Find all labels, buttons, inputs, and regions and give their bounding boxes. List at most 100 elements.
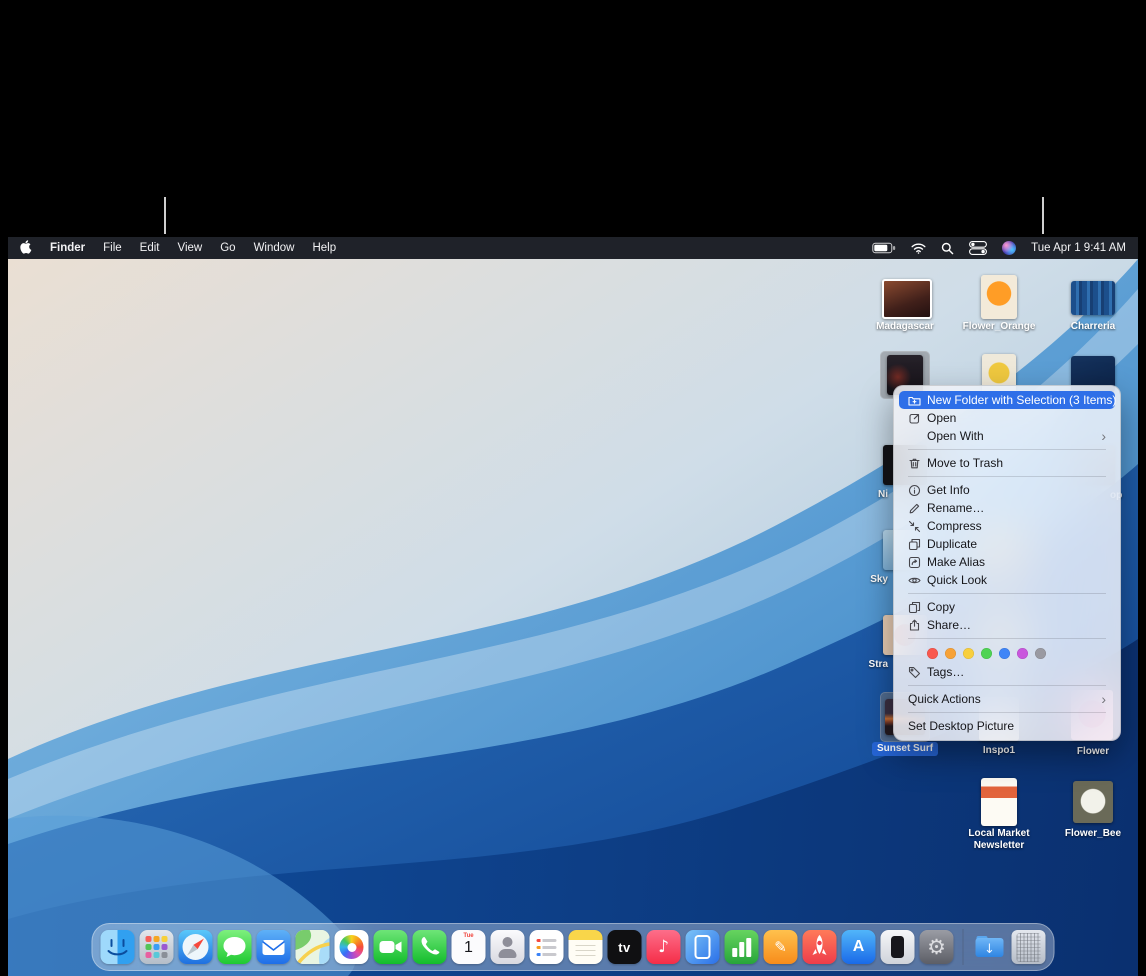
menu-item-label: Duplicate [927, 537, 977, 551]
desktop-icon-flower-bee[interactable] [1073, 781, 1113, 823]
menu-separator [908, 593, 1106, 594]
menu-item-duplicate[interactable]: Duplicate [899, 535, 1115, 553]
dock-notes-icon[interactable] [569, 930, 603, 964]
menu-item-label: Copy [927, 600, 955, 614]
menu-view[interactable]: View [178, 237, 203, 259]
dock-iphone-app-icon[interactable] [881, 930, 915, 964]
apple-logo-icon [20, 240, 32, 257]
menu-item-label: Make Alias [927, 555, 985, 569]
callout-line-left [164, 197, 166, 234]
dock-trash-icon[interactable] [1012, 930, 1046, 964]
dock-iphone-mirroring-icon[interactable] [686, 930, 720, 964]
dock-app-store-icon[interactable]: A [842, 930, 876, 964]
menu-item-open[interactable]: Open [899, 409, 1115, 427]
menu-separator [908, 685, 1106, 686]
dock-calendar-icon[interactable]: Tue 1 [452, 930, 486, 964]
menu-item-label: Tags… [927, 665, 964, 679]
tag-dot-blue[interactable] [999, 648, 1010, 659]
rename-pencil-icon [908, 502, 921, 515]
menu-help[interactable]: Help [312, 237, 336, 259]
dock-separator [963, 929, 964, 965]
menu-item-quick-actions[interactable]: Quick Actions › [899, 690, 1115, 708]
dock-finder-icon[interactable] [101, 930, 135, 964]
dock-safari-icon[interactable] [179, 930, 213, 964]
dock-downloads-folder-icon[interactable]: ↓ [973, 930, 1007, 964]
menu-item-label: Compress [927, 519, 982, 533]
dock-messages-icon[interactable] [218, 930, 252, 964]
tag-dot-gray[interactable] [1035, 648, 1046, 659]
menu-item-compress[interactable]: Compress [899, 517, 1115, 535]
desktop-icon-flower-orange[interactable] [981, 275, 1017, 319]
menu-bar: Finder File Edit View Go Window Help Tue… [8, 237, 1138, 259]
music-note-icon: ♪ [647, 930, 681, 964]
tv-logo-text: tv [608, 930, 642, 964]
make-alias-icon [908, 556, 921, 569]
menu-item-copy[interactable]: Copy [899, 598, 1115, 616]
dock-music-icon[interactable]: ♪ [647, 930, 681, 964]
menu-edit[interactable]: Edit [140, 237, 160, 259]
duplicate-icon [908, 538, 921, 551]
tag-colors-row [899, 643, 1115, 663]
menu-item-get-info[interactable]: Get Info [899, 481, 1115, 499]
spotlight-search-icon[interactable] [941, 242, 954, 255]
menu-item-share[interactable]: Share… [899, 616, 1115, 634]
info-icon [908, 484, 921, 497]
open-with-icon-spacer [908, 430, 921, 443]
desktop[interactable]: Madagascar Flower_Orange Charreria Ni op… [8, 259, 1138, 976]
menu-file[interactable]: File [103, 237, 122, 259]
dock-maps-icon[interactable] [296, 930, 330, 964]
dock-numbers-icon[interactable] [725, 930, 759, 964]
dock-phone-icon[interactable] [413, 930, 447, 964]
dock-launchpad-icon[interactable] [140, 930, 174, 964]
dock-pages-icon[interactable]: ✎ [764, 930, 798, 964]
new-folder-icon [908, 394, 921, 407]
menu-item-quick-look[interactable]: Quick Look [899, 571, 1115, 589]
menu-window[interactable]: Window [254, 237, 295, 259]
desktop-icon-local-market-newsletter[interactable] [981, 778, 1017, 826]
desktop-icon-charreria[interactable] [1071, 281, 1115, 315]
flower-label: Flower [1051, 745, 1135, 759]
dock-system-settings-icon[interactable]: ⚙ [920, 930, 954, 964]
wifi-icon[interactable] [911, 243, 926, 254]
menu-item-tags[interactable]: Tags… [899, 663, 1115, 681]
sunset-surf-label: Sunset Surf [859, 742, 951, 756]
tag-dot-orange[interactable] [945, 648, 956, 659]
dock-rocket-app-icon[interactable] [803, 930, 837, 964]
menu-item-label: Quick Look [927, 573, 987, 587]
menu-go[interactable]: Go [220, 237, 235, 259]
dock: Tue 1 tv ♪ ✎ A ⚙ [92, 923, 1055, 971]
dock-facetime-icon[interactable] [374, 930, 408, 964]
dock-reminders-icon[interactable] [530, 930, 564, 964]
mac-screen: Finder File Edit View Go Window Help Tue… [8, 237, 1138, 976]
partial-label-sky: Sky [849, 573, 893, 587]
dock-contacts-icon[interactable] [491, 930, 525, 964]
menu-separator [908, 449, 1106, 450]
menu-item-open-with[interactable]: Open With › [899, 427, 1115, 445]
menu-item-rename[interactable]: Rename… [899, 499, 1115, 517]
app-store-letter: A [842, 930, 876, 964]
dock-mail-icon[interactable] [257, 930, 291, 964]
tag-dot-purple[interactable] [1017, 648, 1028, 659]
tag-icon [908, 666, 921, 679]
submenu-chevron-icon: › [1101, 429, 1106, 443]
menu-item-make-alias[interactable]: Make Alias [899, 553, 1115, 571]
menu-finder[interactable]: Finder [50, 237, 85, 259]
menu-item-move-to-trash[interactable]: Move to Trash [899, 454, 1115, 472]
tag-dot-yellow[interactable] [963, 648, 974, 659]
menu-bar-clock[interactable]: Tue Apr 1 9:41 AM [1031, 242, 1126, 254]
menu-item-new-folder-with-selection[interactable]: New Folder with Selection (3 Items) [899, 391, 1115, 409]
tag-dot-green[interactable] [981, 648, 992, 659]
apple-menu[interactable] [20, 240, 32, 257]
battery-icon[interactable] [872, 242, 896, 254]
control-center-icon[interactable] [969, 241, 987, 255]
dock-tv-icon[interactable]: tv [608, 930, 642, 964]
menu-item-set-desktop-picture[interactable]: Set Desktop Picture [899, 717, 1115, 735]
menu-item-label: Get Info [927, 483, 970, 497]
dock-photos-icon[interactable] [335, 930, 369, 964]
pen-icon: ✎ [764, 930, 798, 964]
menu-separator [908, 638, 1106, 639]
eye-icon [908, 574, 921, 587]
desktop-icon-madagascar[interactable] [882, 279, 932, 319]
tag-dot-red[interactable] [927, 648, 938, 659]
siri-icon[interactable] [1002, 241, 1016, 255]
